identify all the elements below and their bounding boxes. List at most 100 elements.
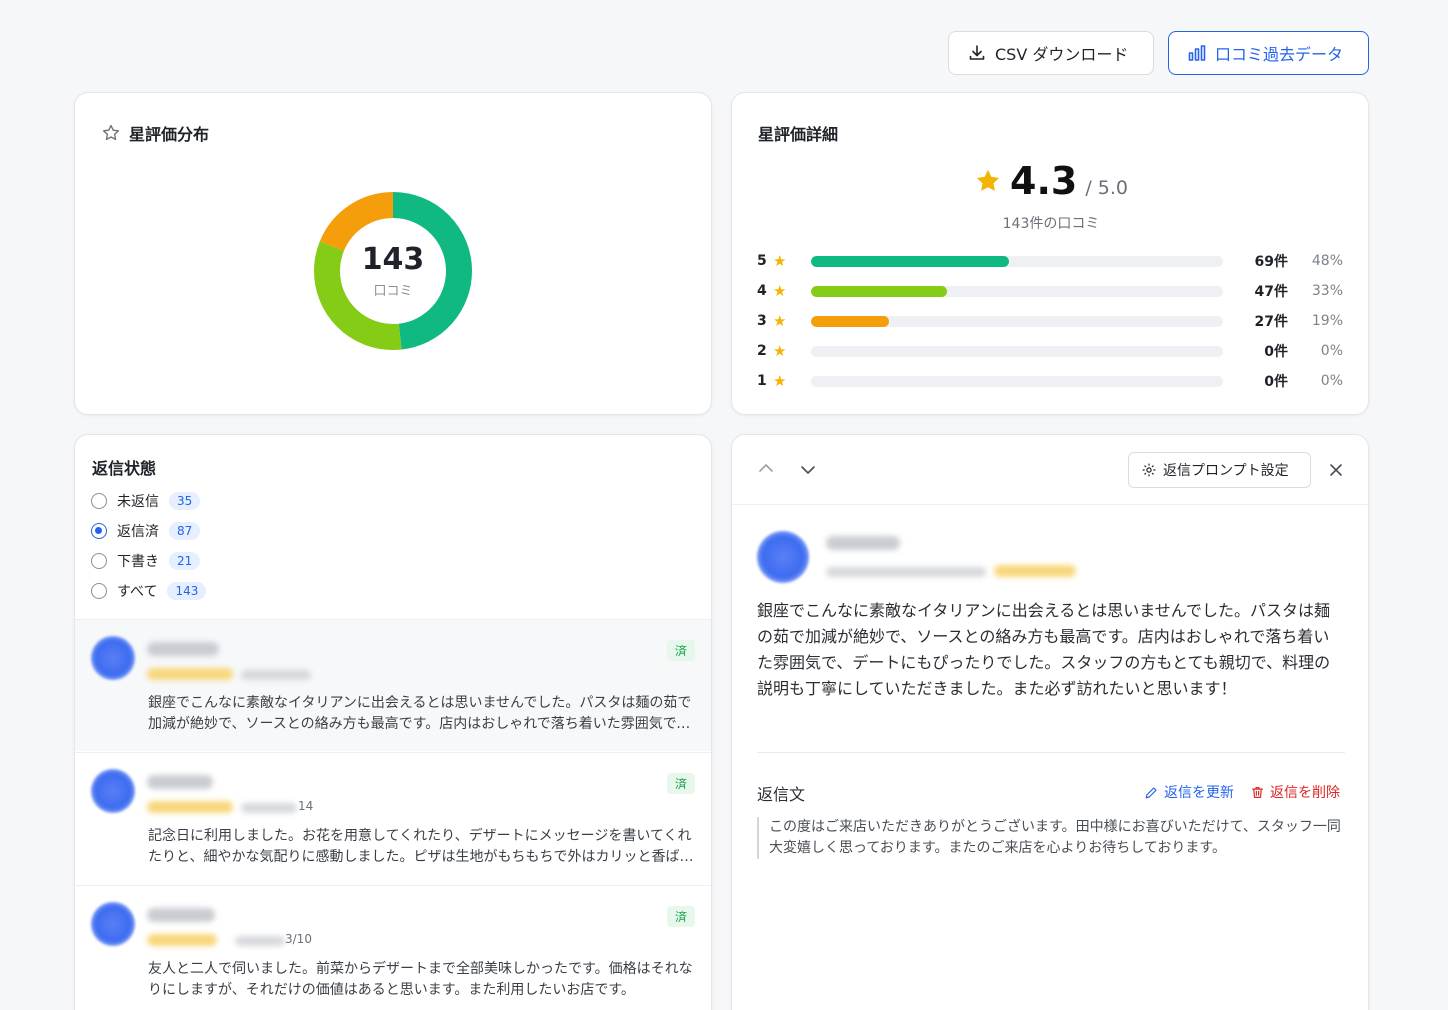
average-value: 4.3	[1010, 159, 1078, 203]
reply-text: この度はご来店いただきありがとうございます。田中様にお喜びいただけて、スタッフ一…	[757, 817, 1345, 859]
reviewer-name-blurred	[147, 908, 215, 922]
star-icon: ★	[773, 252, 787, 270]
review-date-fragment: 3/10	[285, 932, 312, 946]
gear-icon	[1142, 463, 1156, 477]
update-reply-button[interactable]: 返信を更新	[1144, 782, 1234, 802]
rating-row-2: 2 ★ 0件 0%	[757, 340, 1347, 362]
donut-label: 口コミ	[373, 284, 413, 299]
pencil-icon	[1145, 786, 1157, 798]
rating-row-label: 2	[757, 343, 767, 359]
rating-row-count: 69件	[1254, 254, 1288, 270]
star-icon: ★	[773, 282, 787, 300]
reviewer-name-blurred	[826, 536, 900, 550]
rating-stars-blurred	[994, 565, 1076, 577]
close-icon[interactable]	[1326, 460, 1346, 480]
rating-row-5: 5 ★ 69件 48%	[757, 250, 1347, 272]
review-detail-card: 返信プロンプト設定 銀座でこんなに素敵なイタリアンに出会えるとは思いませんでした…	[731, 434, 1369, 1010]
download-icon	[969, 45, 985, 60]
rating-bar-fill	[811, 315, 890, 327]
radio-button[interactable]	[91, 583, 107, 599]
review-snippet: 友人と二人で伺いました。前菜からデザートまで全部美味しかったです。価格はそれなり…	[148, 961, 693, 998]
rating-row-label: 1	[757, 373, 767, 389]
star-icon: ★	[773, 372, 787, 390]
rating-bar-track	[811, 345, 1223, 357]
replied-badge: 済	[666, 640, 695, 661]
radio-button[interactable]	[91, 553, 107, 569]
chevron-down-icon[interactable]	[798, 459, 818, 479]
star-icon: ★	[773, 312, 787, 330]
rating-row-4: 4 ★ 47件 33%	[757, 280, 1347, 302]
review-list-item[interactable]: 済 銀座でこんなに素敵なイタリアンに出会えるとは思いませんでした。パスタは麺の茹…	[75, 619, 711, 751]
csv-download-label: CSV ダウンロード	[995, 45, 1129, 64]
review-snippet: 記念日に利用しました。お花を用意してくれたり、デザートにメッセージを書いてくれた…	[148, 828, 694, 865]
radio-button[interactable]	[91, 523, 107, 539]
rating-row-3: 3 ★ 27件 19%	[757, 310, 1347, 332]
reply-prompt-settings-label: 返信プロンプト設定	[1163, 463, 1289, 479]
rating-detail-card: 星評価詳細 4.3 / 5.0 143件の口コミ 5 ★ 69件 48% 4 ★…	[731, 92, 1369, 415]
rating-stars-blurred	[147, 668, 233, 680]
update-reply-label: 返信を更新	[1164, 785, 1234, 801]
review-snippet: 銀座でこんなに素敵なイタリアンに出会えるとは思いませんでした。パスタは麺の茹で加…	[148, 695, 692, 732]
divider	[757, 752, 1345, 753]
chevron-up-icon[interactable]	[756, 459, 776, 479]
rating-bar-track	[811, 315, 1223, 327]
review-history-button[interactable]: 口コミ過去データ	[1168, 31, 1369, 75]
status-option-label: すべて	[117, 584, 158, 600]
status-option-label: 下書き	[117, 554, 159, 570]
rating-row-label: 3	[757, 313, 767, 329]
average-rating: 4.3 / 5.0	[732, 159, 1368, 203]
review-list-item[interactable]: 3/10 済 友人と二人で伺いました。前菜からデザートまで全部美味しかったです。…	[75, 885, 711, 1010]
review-date-blurred	[826, 567, 986, 577]
reply-prompt-settings-button[interactable]: 返信プロンプト設定	[1128, 452, 1311, 488]
csv-download-button[interactable]: CSV ダウンロード	[948, 31, 1154, 75]
rating-row-pct: 0%	[1320, 373, 1343, 389]
status-count-badge: 143	[167, 582, 207, 600]
review-date-fragment: 14	[298, 799, 314, 813]
avatar	[91, 902, 135, 946]
avatar	[757, 531, 809, 583]
rating-stars-blurred	[147, 801, 233, 813]
rating-row-pct: 19%	[1311, 313, 1343, 329]
replied-badge: 済	[666, 906, 695, 927]
rating-distribution-card: 星評価分布 143 口コミ	[74, 92, 712, 415]
rating-row-label: 4	[757, 283, 767, 299]
status-count-badge: 21	[169, 552, 201, 570]
review-date-blurred	[241, 803, 297, 813]
rating-bar-track	[811, 285, 1223, 297]
rating-row-1: 1 ★ 0件 0%	[757, 370, 1347, 392]
rating-row-pct: 0%	[1320, 343, 1343, 359]
status-option-label: 返信済	[117, 524, 159, 540]
status-option-draft[interactable]: 下書き 21	[91, 551, 201, 571]
review-date-blurred	[241, 670, 311, 680]
status-option-unreplied[interactable]: 未返信 35	[91, 491, 201, 511]
reviewer-name-blurred	[147, 642, 219, 656]
rating-row-count: 47件	[1254, 284, 1288, 300]
rating-bar-track	[811, 255, 1223, 267]
status-title: 返信状態	[92, 459, 157, 478]
distribution-title: 星評価分布	[129, 125, 210, 144]
trash-icon	[1252, 786, 1263, 798]
detail-title: 星評価詳細	[758, 125, 839, 144]
status-count-badge: 87	[169, 522, 201, 540]
status-option-label: 未返信	[117, 494, 159, 510]
rating-row-pct: 33%	[1311, 283, 1343, 299]
review-list-item[interactable]: 14 済 記念日に利用しました。お花を用意してくれたり、デザートにメッセージを書…	[75, 752, 711, 884]
review-history-label: 口コミ過去データ	[1215, 45, 1344, 64]
replied-badge: 済	[666, 773, 695, 794]
rating-bar-fill	[811, 285, 947, 297]
avatar	[91, 769, 135, 813]
donut-total: 143	[361, 242, 425, 277]
reply-status-card: 返信状態 未返信 35 返信済 87 下書き 21 すべて 143 済 銀座でこ…	[74, 434, 712, 1010]
review-count: 143件の口コミ	[1002, 216, 1100, 232]
avatar	[91, 636, 135, 680]
status-option-all[interactable]: すべて 143	[91, 581, 207, 601]
review-body: 銀座でこんなに素敵なイタリアンに出会えるとは思いませんでした。パスタは麺の茹で加…	[757, 601, 1331, 698]
status-option-replied[interactable]: 返信済 87	[91, 521, 201, 541]
rating-row-count: 0件	[1264, 374, 1288, 390]
star-icon: ★	[773, 342, 787, 360]
radio-button[interactable]	[91, 493, 107, 509]
status-count-badge: 35	[169, 492, 201, 510]
donut-center: 143 口コミ	[313, 191, 473, 351]
delete-reply-button[interactable]: 返信を削除	[1250, 782, 1340, 802]
rating-bar-track	[811, 375, 1223, 387]
